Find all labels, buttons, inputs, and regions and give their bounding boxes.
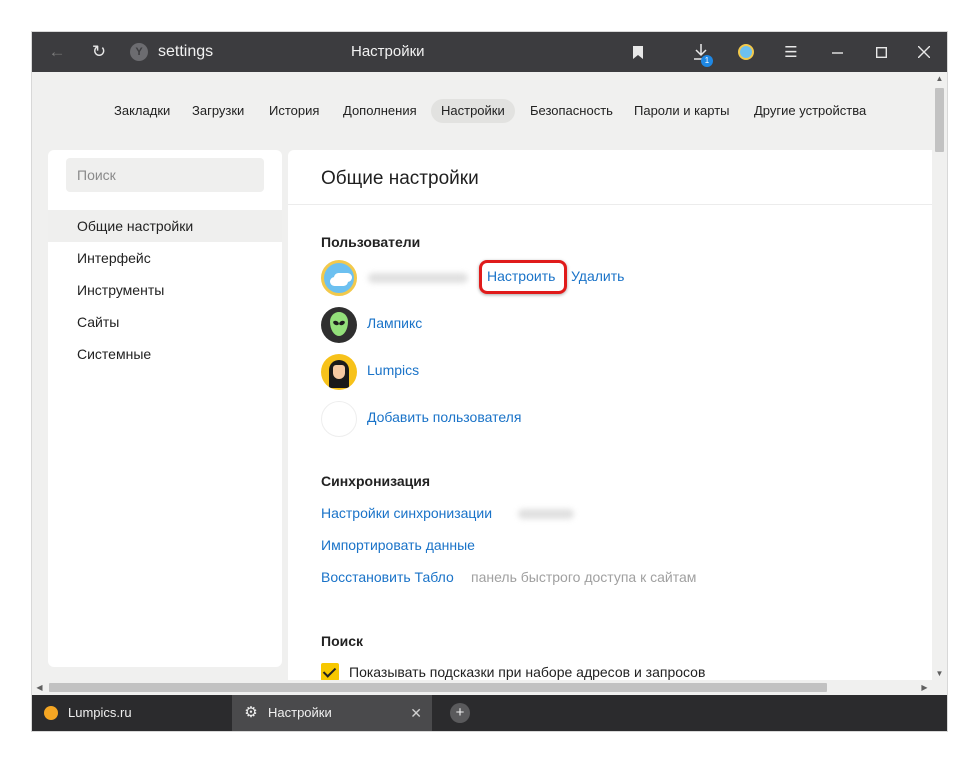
sidebar-item-system[interactable]: Системные: [48, 338, 282, 370]
tab-settings[interactable]: ⚙ Настройки ✕: [232, 695, 432, 731]
menu-icon[interactable]: ☰: [777, 32, 805, 72]
highlight-frame: [479, 260, 567, 294]
vertical-scrollbar[interactable]: ▲ ▼: [932, 72, 947, 680]
blurred-username: [368, 273, 468, 283]
nav-tab-extensions[interactable]: Дополнения: [333, 99, 427, 123]
sidebar-item-tools[interactable]: Инструменты: [48, 274, 282, 306]
nav-tab-bookmarks[interactable]: Закладки: [104, 99, 180, 123]
yandex-icon: [130, 43, 148, 61]
search-input[interactable]: Поиск: [66, 158, 264, 192]
show-hints-label: Показывать подсказки при наборе адресов …: [349, 664, 706, 680]
address-bar[interactable]: settings: [158, 32, 213, 72]
restore-tablo-hint: панель быстрого доступа к сайтам: [471, 569, 697, 585]
close-icon[interactable]: [909, 32, 939, 72]
user-link-lampiks[interactable]: Лампикс: [367, 315, 422, 331]
tab-close-icon[interactable]: ✕: [410, 695, 422, 731]
tab-lumpics[interactable]: Lumpics.ru: [32, 695, 232, 731]
users-heading: Пользователи: [321, 234, 421, 250]
profile-avatar[interactable]: [738, 44, 754, 60]
scroll-left-icon[interactable]: ◀: [32, 680, 47, 695]
sidebar-item-general[interactable]: Общие настройки: [48, 210, 282, 242]
search-heading: Поиск: [321, 633, 364, 649]
new-tab-button[interactable]: +: [450, 703, 470, 723]
add-user-link[interactable]: Добавить пользователя: [367, 409, 521, 425]
minimize-icon[interactable]: [822, 32, 852, 72]
window-title: Настройки: [351, 43, 425, 60]
scroll-up-icon[interactable]: ▲: [932, 74, 947, 83]
maximize-icon[interactable]: [866, 32, 896, 72]
nav-tab-downloads[interactable]: Загрузки: [182, 99, 254, 123]
settings-nav: Закладки Загрузки История Дополнения Нас…: [32, 92, 932, 130]
scrollbar-corner: [932, 680, 947, 695]
blurred-sync-status: [518, 509, 574, 519]
reload-icon[interactable]: ↻: [84, 32, 114, 72]
nav-tab-settings[interactable]: Настройки: [431, 99, 515, 123]
divider: [288, 204, 932, 205]
sidebar-item-sites[interactable]: Сайты: [48, 306, 282, 338]
gear-icon: ⚙: [244, 704, 258, 721]
show-hints-checkbox[interactable]: [321, 663, 339, 680]
user-avatar-alien: [321, 307, 357, 343]
user-link-lumpics[interactable]: Lumpics: [367, 362, 419, 378]
vertical-scroll-thumb[interactable]: [935, 88, 944, 152]
nav-tab-other-devices[interactable]: Другие устройства: [744, 99, 876, 123]
user-avatar-current: [321, 260, 357, 296]
title-bar: ← ↻ settings Настройки 1 ☰: [32, 32, 947, 72]
delete-user-link[interactable]: Удалить: [571, 268, 624, 284]
import-data-link[interactable]: Импортировать данные: [321, 537, 475, 553]
page-title: Общие настройки: [321, 168, 479, 189]
tab-label: Настройки: [268, 705, 332, 720]
add-user-avatar: [321, 401, 357, 437]
tab-bar: Lumpics.ru ⚙ Настройки ✕ +: [32, 695, 947, 731]
download-count-badge: 1: [701, 55, 713, 67]
settings-panel: Общие настройки Пользователи Настроить У…: [288, 150, 932, 680]
scroll-down-icon[interactable]: ▼: [932, 669, 947, 678]
sun-icon: [44, 706, 58, 720]
nav-tab-history[interactable]: История: [259, 99, 329, 123]
settings-sidebar: Поиск Общие настройки Интерфейс Инструме…: [48, 150, 282, 667]
sync-settings-link[interactable]: Настройки синхронизации: [321, 505, 492, 521]
horizontal-scroll-thumb[interactable]: [49, 683, 827, 692]
page-content: Закладки Загрузки История Дополнения Нас…: [32, 72, 932, 680]
browser-window: ← ↻ settings Настройки 1 ☰ Закладки Загр…: [32, 32, 947, 731]
back-icon[interactable]: ←: [42, 32, 72, 72]
restore-tablo-link[interactable]: Восстановить Табло: [321, 569, 454, 585]
tab-label: Lumpics.ru: [68, 705, 132, 720]
user-avatar-girl: [321, 354, 357, 390]
sidebar-item-interface[interactable]: Интерфейс: [48, 242, 282, 274]
horizontal-scrollbar[interactable]: ◀ ▶: [32, 680, 932, 695]
nav-tab-security[interactable]: Безопасность: [520, 99, 623, 123]
nav-tab-passwords[interactable]: Пароли и карты: [624, 99, 740, 123]
bookmark-icon[interactable]: [626, 32, 650, 72]
sync-heading: Синхронизация: [321, 473, 431, 489]
scroll-right-icon[interactable]: ▶: [917, 680, 932, 695]
